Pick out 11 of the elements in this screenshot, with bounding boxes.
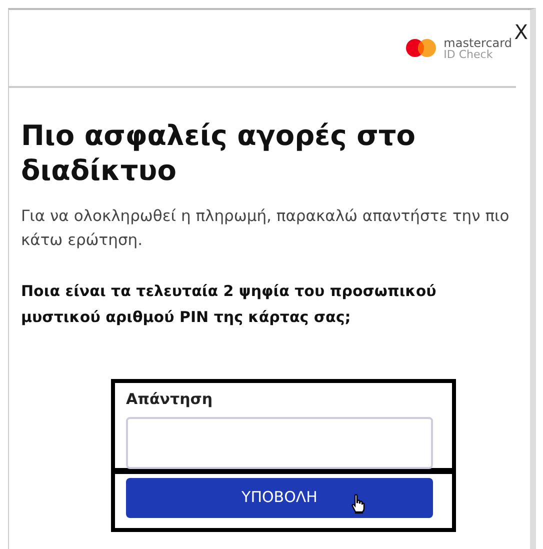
- hand-cursor-icon: [351, 494, 365, 514]
- page-title: Πιο ασφαλείς αγορές στο διαδίκτυο: [21, 118, 417, 188]
- answer-field[interactable]: [126, 416, 433, 469]
- answer-label: Απάντηση: [126, 388, 213, 410]
- intro-text: Για να ολοκληρωθεί η πληρωμή, παρακαλώ απαντήστε την πιο κάτω ερώτηση.: [21, 206, 510, 252]
- brand-name: mastercard: [444, 36, 512, 48]
- close-button[interactable]: X: [514, 22, 528, 42]
- question-text: Ποια είναι τα τελευταία 2 ψηφία του προσωπικού μυστικού αριθμού PIN της κάρτας σας;: [21, 281, 438, 328]
- mastercard-logo-icon: [406, 39, 436, 57]
- brand-subtitle: ID Check: [444, 48, 494, 60]
- submit-button[interactable]: ΥΠΟΒΟΛΗ: [126, 478, 433, 518]
